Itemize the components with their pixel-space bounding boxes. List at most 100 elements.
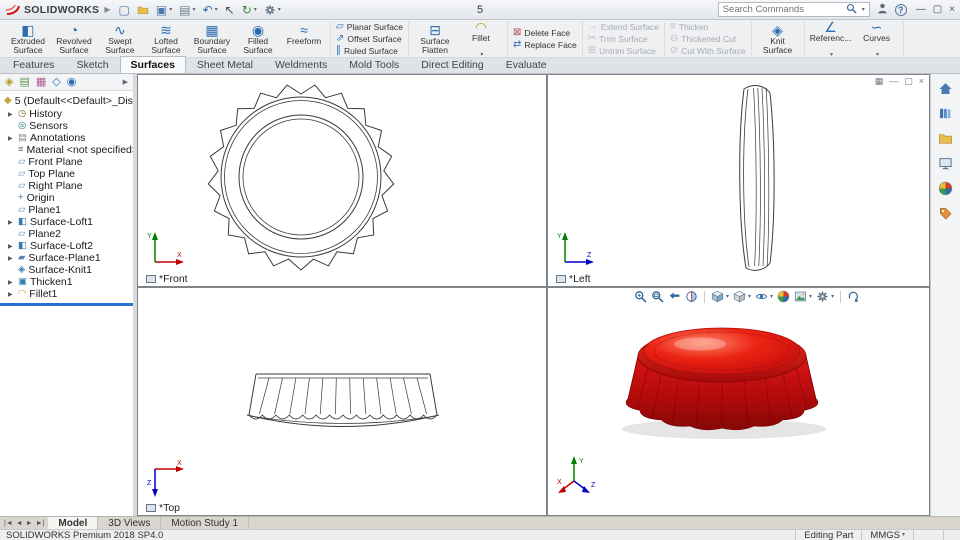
study-tab-motion-study-1[interactable]: Motion Study 1 (161, 517, 250, 529)
viewport-front[interactable]: X Y *Front (138, 75, 546, 286)
design-library-button[interactable] (938, 106, 953, 121)
view-orientation-button[interactable]: ▾ (710, 290, 730, 303)
tree-item-annotations[interactable]: ▶ ▤ Annotations (0, 132, 133, 144)
tab-sheet-metal[interactable]: Sheet Metal (186, 56, 264, 73)
tree-item-fillet1[interactable]: ▶ ◠ Fillet1 (0, 288, 133, 300)
tree-item-sensors[interactable]: ◎ Sensors (0, 120, 133, 132)
previous-view-button[interactable] (667, 290, 682, 303)
view-settings-button[interactable]: ▾ (815, 290, 835, 303)
nav-next-button[interactable]: ► (26, 520, 33, 527)
fillet-button[interactable]: ◠ Fillet ▾ (458, 19, 504, 58)
tab-sketch[interactable]: Sketch (65, 56, 119, 73)
tree-item-history[interactable]: ▶ ◷ History (0, 108, 133, 120)
knit-surface-button[interactable]: ◈ Knit Surface (755, 22, 801, 55)
tab-evaluate[interactable]: Evaluate (495, 56, 558, 73)
tree-item-plane1[interactable]: ▱ Plane1 (0, 204, 133, 216)
tree-item-surface-plane1[interactable]: ▶ ▰ Surface-Plane1 (0, 252, 133, 264)
tab-weldments[interactable]: Weldments (264, 56, 338, 73)
display-style-button[interactable]: ▾ (732, 290, 752, 303)
restore-window-button[interactable]: ▢ (933, 4, 942, 15)
expand-arrow-icon[interactable]: ▶ (8, 135, 15, 142)
search-input[interactable] (722, 4, 843, 15)
tree-root-item[interactable]: ◆5 (Default<<Default>_Display State (0, 94, 133, 108)
new-document-button[interactable]: ▢ (116, 1, 133, 19)
options-gear-button[interactable]: ▾ (261, 1, 284, 19)
window-minimize-button[interactable]: — (889, 76, 898, 87)
custom-properties-button[interactable] (938, 206, 953, 221)
tab-features[interactable]: Features (2, 56, 65, 73)
apply-scene-button[interactable]: ▾ (793, 290, 813, 303)
tree-item-front-plane[interactable]: ▱ Front Plane (0, 156, 133, 168)
revolved-surface-button[interactable]: ◔ Revolved Surface (51, 22, 97, 55)
zoom-area-button[interactable] (650, 290, 665, 303)
planar-surface-button[interactable]: ▱ Planar Surface (334, 21, 405, 32)
expand-arrow-icon[interactable]: ▶ (8, 279, 15, 286)
login-user-icon[interactable] (876, 2, 889, 18)
window-restore-button[interactable]: ▢ (904, 76, 913, 87)
replace-face-button[interactable]: ⇄ Replace Face (511, 39, 579, 50)
search-dropdown-icon[interactable]: ▾ (862, 7, 865, 13)
search-icon[interactable] (846, 3, 857, 17)
viewport-isometric[interactable]: ▾ ▾ ▾ ▾ ▾ Y X Z (548, 288, 929, 515)
print-button[interactable]: ▤ ▾ (176, 1, 198, 19)
window-close-button[interactable]: × (919, 76, 924, 87)
close-window-button[interactable]: × (949, 4, 955, 15)
rebuild-button[interactable]: ↻ ▾ (239, 1, 260, 19)
expand-arrow-icon[interactable]: ▶ (8, 219, 15, 226)
nav-prev-button[interactable]: ◄ (16, 520, 23, 527)
view-palette-button[interactable] (938, 156, 953, 171)
tree-item-right-plane[interactable]: ▱ Right Plane (0, 180, 133, 192)
expand-arrow-icon[interactable]: ▶ (8, 243, 15, 250)
extruded-surface-button[interactable]: ◧ Extruded Surface (5, 22, 51, 55)
select-cursor-button[interactable]: ↖ (222, 1, 238, 19)
search-box[interactable]: ▾ (717, 2, 870, 17)
propertymanager-tab[interactable]: ▤ (19, 76, 29, 88)
tree-item-surface-loft2[interactable]: ▶ ◧ Surface-Loft2 (0, 240, 133, 252)
tab-overflow-icon[interactable]: ▶ (123, 78, 128, 86)
appearances-button[interactable] (938, 181, 953, 196)
tree-item-origin[interactable]: + Origin (0, 192, 133, 204)
referenc-button[interactable]: ∠ Referenc... ▾ (808, 19, 854, 58)
expand-arrow-icon[interactable]: ▶ (8, 255, 15, 262)
surface-flatten-button[interactable]: ⊟ Surface Flatten (412, 22, 458, 55)
units-selector[interactable]: MMGS ▾ (861, 530, 913, 540)
boundary-surface-button[interactable]: ▦ Boundary Surface (189, 22, 235, 55)
expand-arrow-icon[interactable]: ▶ (8, 111, 15, 118)
window-cascade-button[interactable]: ▦ (875, 76, 884, 87)
rollback-bar[interactable] (0, 303, 133, 306)
freeform-button[interactable]: ≈ Freeform (281, 22, 327, 55)
nav-last-button[interactable]: ►| (36, 520, 45, 527)
edit-appearance-button[interactable] (776, 290, 791, 303)
displaymanager-tab[interactable]: ◉ (67, 76, 77, 88)
save-button[interactable]: ▣ ▾ (153, 1, 175, 19)
tab-surfaces[interactable]: Surfaces (119, 56, 186, 73)
lofted-surface-button[interactable]: ≋ Lofted Surface (143, 22, 189, 55)
tree-item-plane2[interactable]: ▱ Plane2 (0, 228, 133, 240)
nav-first-button[interactable]: |◄ (4, 520, 13, 527)
expand-arrow-icon[interactable]: ▶ (8, 291, 15, 298)
zoom-fit-button[interactable] (633, 290, 648, 303)
tree-item-top-plane[interactable]: ▱ Top Plane (0, 168, 133, 180)
viewport-top[interactable]: X Z *Top (138, 288, 546, 515)
curves-button[interactable]: ∽ Curves ▾ (854, 19, 900, 58)
rotate-view-button[interactable] (846, 290, 861, 303)
featuremanager-tab[interactable]: ◈ (5, 76, 13, 88)
tree-item-thicken1[interactable]: ▶ ▣ Thicken1 (0, 276, 133, 288)
swept-surface-button[interactable]: ∿ Swept Surface (97, 22, 143, 55)
undo-button[interactable]: ↶ ▾ (200, 1, 221, 19)
delete-face-button[interactable]: ⊠ Delete Face (511, 27, 579, 38)
minimize-window-button[interactable]: — (916, 4, 926, 15)
hide-show-items-button[interactable]: ▾ (754, 290, 774, 303)
tree-item-surface-loft1[interactable]: ▶ ◧ Surface-Loft1 (0, 216, 133, 228)
viewport-left[interactable]: ▦ — ▢ × Z Y *Left (548, 75, 929, 286)
offset-surface-button[interactable]: ⇗ Offset Surface (334, 33, 405, 44)
study-tab-model[interactable]: Model (48, 517, 99, 529)
home-button[interactable] (938, 81, 953, 96)
dimxpertmanager-tab[interactable]: ◇ (52, 76, 60, 88)
filled-surface-button[interactable]: ◉ Filled Surface (235, 22, 281, 55)
section-view-button[interactable] (684, 290, 699, 303)
file-explorer-button[interactable] (938, 131, 953, 146)
menu-flyout-icon[interactable]: ▶ (104, 5, 110, 14)
study-tab-3d-views[interactable]: 3D Views (98, 517, 162, 529)
help-icon[interactable]: ? (894, 3, 907, 16)
